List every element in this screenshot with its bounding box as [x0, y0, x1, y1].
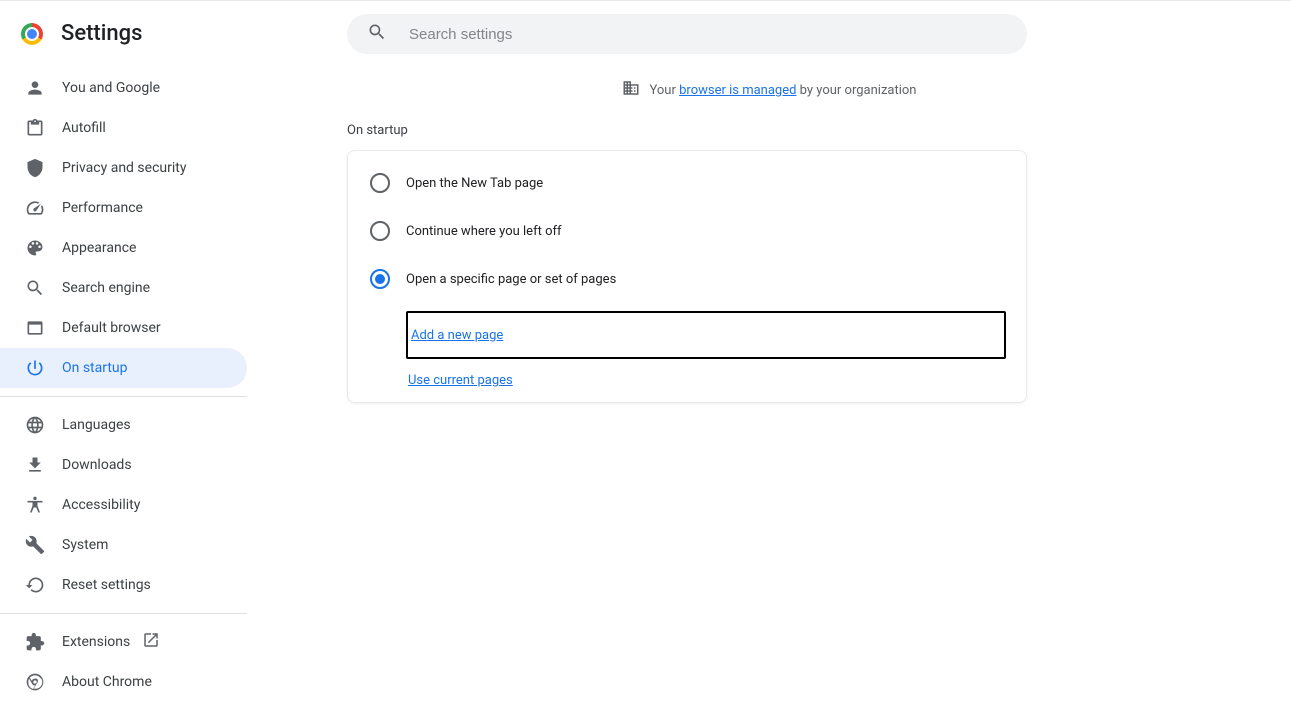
managed-notice: Your browser is managed by your organiza…: [247, 79, 1291, 101]
sidebar-item-label: Autofill: [62, 120, 106, 136]
radio-unchecked-icon: [370, 221, 390, 241]
chrome-outline-icon: [25, 672, 45, 692]
sidebar-item-performance[interactable]: Performance: [0, 188, 247, 228]
sidebar-item-accessibility[interactable]: Accessibility: [0, 485, 247, 525]
divider: [0, 613, 247, 614]
main-content: Your browser is managed by your organiza…: [247, 1, 1291, 724]
palette-icon: [25, 238, 45, 258]
sidebar-item-label: Extensions: [62, 634, 130, 650]
sidebar-item-reset-settings[interactable]: Reset settings: [0, 565, 247, 605]
sidebar-item-search-engine[interactable]: Search engine: [0, 268, 247, 308]
speedometer-icon: [25, 198, 45, 218]
sidebar-item-extensions[interactable]: Extensions: [0, 622, 247, 662]
sidebar-item-on-startup[interactable]: On startup: [0, 348, 247, 388]
startup-option-continue[interactable]: Continue where you left off: [348, 207, 1026, 255]
sidebar-item-downloads[interactable]: Downloads: [0, 445, 247, 485]
startup-card: Open the New Tab page Continue where you…: [347, 150, 1027, 403]
use-current-pages-label: Use current pages: [408, 373, 513, 388]
accessibility-icon: [25, 495, 45, 515]
app-title: Settings: [61, 21, 142, 46]
startup-option-new-tab[interactable]: Open the New Tab page: [348, 159, 1026, 207]
startup-option-specific-pages[interactable]: Open a specific page or set of pages: [348, 255, 1026, 303]
sidebar-item-appearance[interactable]: Appearance: [0, 228, 247, 268]
radio-label: Open the New Tab page: [406, 176, 543, 191]
sidebar-item-default-browser[interactable]: Default browser: [0, 308, 247, 348]
add-new-page-label: Add a new page: [411, 328, 503, 343]
chrome-logo-icon: [21, 23, 43, 45]
wrench-icon: [25, 535, 45, 555]
radio-unchecked-icon: [370, 173, 390, 193]
sidebar-item-label: About Chrome: [62, 674, 152, 690]
open-in-new-icon: [142, 631, 160, 653]
organization-icon: [622, 79, 640, 101]
sidebar-item-label: Privacy and security: [62, 160, 186, 176]
search-input[interactable]: [409, 26, 1027, 43]
managed-text: Your browser is managed by your organiza…: [650, 83, 917, 98]
radio-label: Continue where you left off: [406, 224, 562, 239]
sidebar-item-label: Accessibility: [62, 497, 140, 513]
managed-link[interactable]: browser is managed: [679, 83, 796, 98]
section-title: On startup: [347, 123, 1291, 138]
extension-icon: [25, 632, 45, 652]
radio-checked-icon: [370, 269, 390, 289]
globe-icon: [25, 415, 45, 435]
sidebar-item-about-chrome[interactable]: About Chrome: [0, 662, 247, 702]
sidebar-item-label: Reset settings: [62, 577, 151, 593]
shield-icon: [25, 158, 45, 178]
search-icon: [25, 278, 45, 298]
managed-suffix: by your organization: [796, 83, 916, 98]
browser-window-icon: [25, 318, 45, 338]
add-new-page-button[interactable]: Add a new page: [406, 311, 1006, 359]
managed-prefix: Your: [650, 83, 680, 98]
reset-icon: [25, 575, 45, 595]
sidebar-item-label: Default browser: [62, 320, 161, 336]
radio-label: Open a specific page or set of pages: [406, 272, 616, 287]
search-icon: [367, 22, 387, 46]
sidebar-item-label: On startup: [62, 360, 128, 376]
sidebar-item-languages[interactable]: Languages: [0, 405, 247, 445]
sidebar-item-label: Appearance: [62, 240, 136, 256]
use-current-pages-button[interactable]: Use current pages: [408, 373, 1026, 388]
sidebar-item-label: Languages: [62, 417, 131, 433]
sidebar-item-label: System: [62, 537, 108, 553]
sidebar-item-autofill[interactable]: Autofill: [0, 108, 247, 148]
sidebar-item-you-and-google[interactable]: You and Google: [0, 68, 247, 108]
divider: [0, 396, 247, 397]
sidebar-item-label: You and Google: [62, 80, 160, 96]
sidebar-item-label: Search engine: [62, 280, 150, 296]
sidebar: Settings You and Google Autofill Privacy…: [0, 1, 247, 724]
sidebar-item-label: Downloads: [62, 457, 132, 473]
brand: Settings: [0, 15, 247, 68]
person-icon: [25, 78, 45, 98]
download-icon: [25, 455, 45, 475]
search-bar[interactable]: [347, 14, 1027, 54]
clipboard-icon: [25, 118, 45, 138]
sidebar-item-privacy[interactable]: Privacy and security: [0, 148, 247, 188]
sidebar-item-system[interactable]: System: [0, 525, 247, 565]
power-icon: [25, 358, 45, 378]
sidebar-item-label: Performance: [62, 200, 143, 216]
